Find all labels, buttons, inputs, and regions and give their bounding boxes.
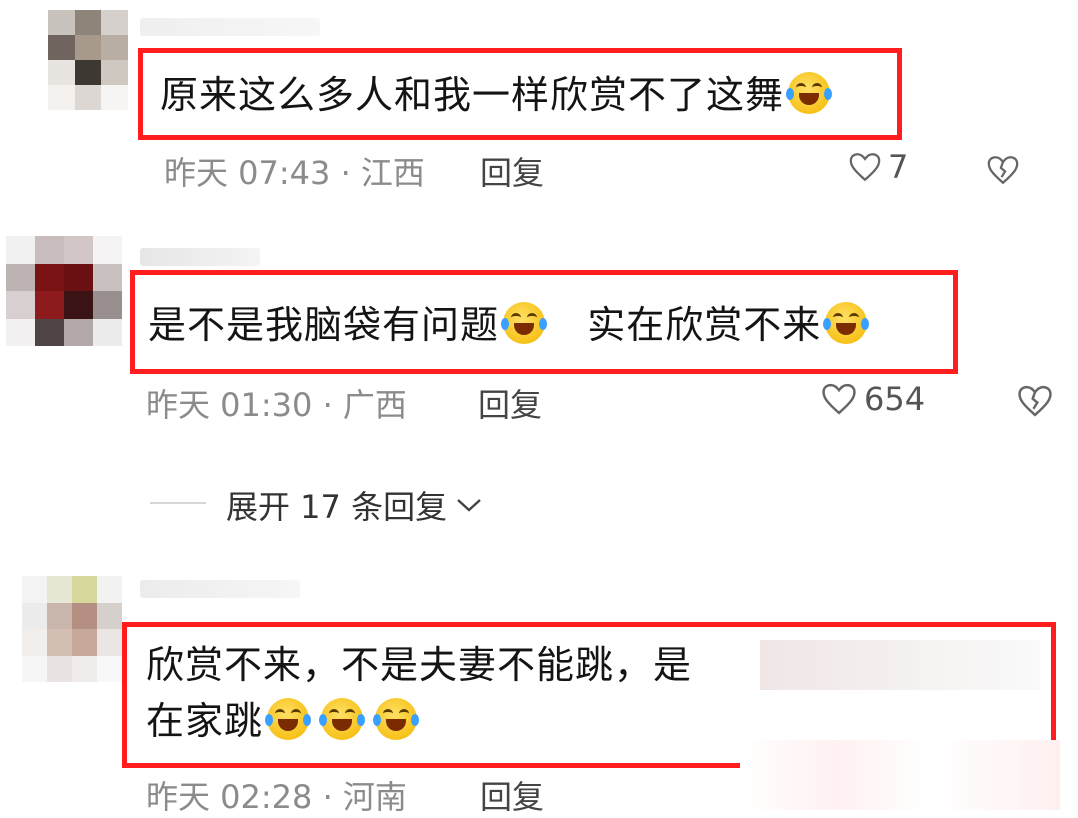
like-count: 654 [864,380,926,418]
laughing-crying-face-icon [501,302,548,344]
heart-outline-icon [822,383,856,415]
broken-heart-icon[interactable] [986,154,1020,186]
obscured-text-patch [760,640,1040,690]
reply-button[interactable]: 回复 [480,772,544,818]
comment-text-2a: 是不是我脑袋有问题 [148,303,500,347]
avatar[interactable] [22,576,122,682]
username-blurred[interactable] [140,248,260,266]
username-blurred[interactable] [140,580,300,598]
avatar[interactable] [6,236,122,346]
comment-timestamp-location: 昨天 02:28 · 河南 [146,778,407,816]
avatar[interactable] [48,10,128,110]
comment-timestamp-location: 昨天 07:43 · 江西 [164,154,425,192]
comment-text-2b: 实在欣赏不来 [587,303,822,347]
reply-button[interactable]: 回复 [478,380,542,426]
reply-button[interactable]: 回复 [480,148,544,194]
like-button[interactable]: 654 [820,380,925,418]
comment-text-line1: 欣赏不来，不是夫妻不能跳，是 [146,643,693,687]
expand-replies-label: 展开 17 条回复 [226,488,448,526]
obscured-area-patch [740,740,1060,810]
laughing-crying-face-icon [823,302,870,344]
chevron-down-icon [457,499,481,512]
comment-text: 是不是我脑袋有问题 实在欣赏不来 [148,300,870,350]
like-count: 7 [888,148,909,186]
heart-outline-icon [849,153,881,182]
like-button[interactable]: 7 [848,148,908,186]
expand-replies-button[interactable]: 展开 17 条回复 [226,482,483,528]
comment-text-1: 原来这么多人和我一样欣赏不了这舞 [160,73,785,117]
broken-heart-icon[interactable] [1016,384,1054,418]
laughing-crying-face-icon [786,72,833,114]
laughing-crying-face-icon [373,698,420,740]
divider [150,502,206,504]
comment-text-line2: 在家跳 [146,696,420,746]
comment-text: 原来这么多人和我一样欣赏不了这舞 [160,70,833,120]
laughing-crying-face-icon [319,698,366,740]
username-blurred[interactable] [140,18,320,36]
laughing-crying-face-icon [265,698,312,740]
comment-timestamp-location: 昨天 01:30 · 广西 [146,386,407,424]
